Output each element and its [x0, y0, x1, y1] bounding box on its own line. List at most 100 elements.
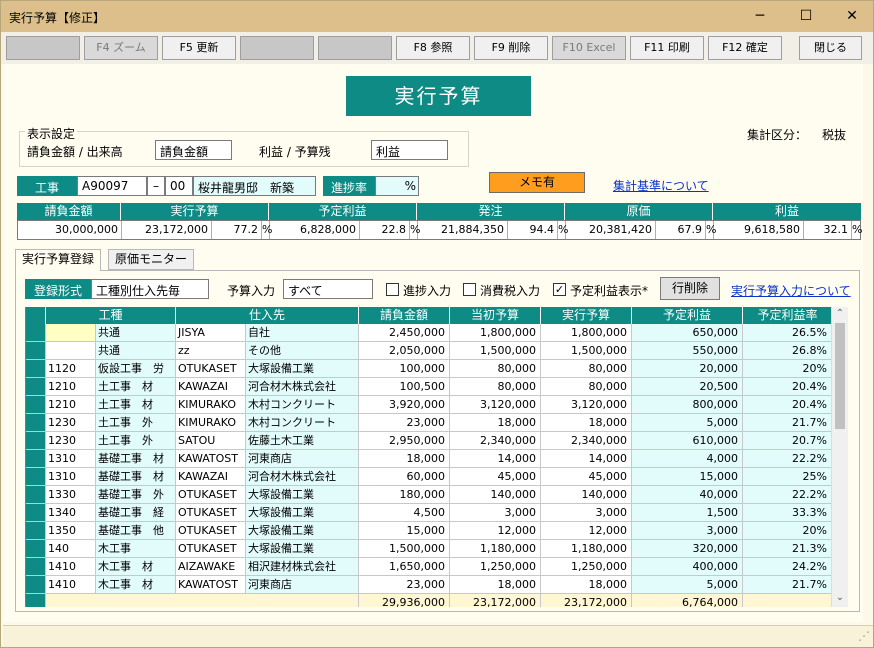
job-code-field[interactable]: A90097	[77, 176, 147, 196]
table-row[interactable]: 1210 土工事 材 KAWAZAI 河合材木株式会社 100,500 80,000 80,…	[26, 378, 831, 396]
cell-work-type[interactable]: 基礎工事 材	[96, 450, 176, 468]
cell-supplier-name[interactable]: その他	[246, 342, 359, 360]
profit-mode-field[interactable]: 利益	[371, 140, 448, 160]
cell-planned-profit[interactable]: 400,000	[632, 558, 743, 576]
row-indicator[interactable]	[26, 396, 46, 414]
cell-exec-budget[interactable]: 3,120,000	[541, 396, 632, 414]
cell-planned-profit[interactable]: 650,000	[632, 324, 743, 342]
cell-initial-budget[interactable]: 140,000	[450, 486, 541, 504]
cell-supplier-code[interactable]: OTUKASET	[176, 504, 246, 522]
table-row[interactable]: 1410 木工事 材 AIZAWAKE 相沢建材株式会社 1,650,000 1,250,…	[26, 558, 831, 576]
cell-profit-rate[interactable]: 21.7%	[743, 576, 831, 594]
excel-button[interactable]: F10 Excel	[552, 36, 626, 60]
reference-button[interactable]: F8 参照	[396, 36, 470, 60]
memo-button[interactable]: メモ有	[489, 172, 585, 193]
cell-supplier-name[interactable]: 大塚設備工業	[246, 504, 359, 522]
cell-work-code[interactable]: 1230	[46, 432, 96, 450]
cell-profit-rate[interactable]: 26.8%	[743, 342, 831, 360]
job-sub-field[interactable]: 00	[165, 176, 193, 196]
cell-supplier-code[interactable]: KAWAZAI	[176, 468, 246, 486]
cell-supplier-name[interactable]: 河東商店	[246, 576, 359, 594]
grid-scrollbar[interactable]: ⌃ ⌄	[831, 307, 848, 607]
cell-work-code[interactable]: 1350	[46, 522, 96, 540]
cell-profit-rate[interactable]: 25%	[743, 468, 831, 486]
cell-supplier-name[interactable]: 相沢建材株式会社	[246, 558, 359, 576]
table-row[interactable]: 共通 JISYA 自社 2,450,000 1,800,000 1,800,000 650,…	[26, 324, 831, 342]
maximize-button[interactable]: ☐	[783, 1, 829, 32]
cell-profit-rate[interactable]: 20.7%	[743, 432, 831, 450]
resize-grip-icon[interactable]: ⋰	[858, 629, 870, 643]
cell-contract-amount[interactable]: 60,000	[359, 468, 450, 486]
progress-input-checkbox[interactable]	[386, 283, 399, 296]
cell-planned-profit[interactable]: 1,500	[632, 504, 743, 522]
print-button[interactable]: F11 印刷	[630, 36, 704, 60]
close-window-button[interactable]: ✕	[829, 1, 874, 32]
cell-work-type[interactable]: 土工事 外	[96, 414, 176, 432]
scroll-down-icon[interactable]: ⌄	[835, 591, 845, 605]
cell-exec-budget[interactable]: 1,180,000	[541, 540, 632, 558]
cell-initial-budget[interactable]: 80,000	[450, 378, 541, 396]
cell-exec-budget[interactable]: 140,000	[541, 486, 632, 504]
cell-contract-amount[interactable]: 15,000	[359, 522, 450, 540]
table-row[interactable]: 1310 基礎工事 材 KAWATOST 河東商店 18,000 14,000 14,000…	[26, 450, 831, 468]
delete-button[interactable]: F9 削除	[474, 36, 548, 60]
cell-supplier-code[interactable]: OTUKASET	[176, 540, 246, 558]
scroll-up-icon[interactable]: ⌃	[835, 307, 845, 321]
table-row[interactable]: 1210 土工事 材 KIMURAKO 木村コンクリート 3,920,000 3,120,…	[26, 396, 831, 414]
cell-work-code[interactable]: 1410	[46, 576, 96, 594]
cell-planned-profit[interactable]: 15,000	[632, 468, 743, 486]
cell-initial-budget[interactable]: 80,000	[450, 360, 541, 378]
cell-supplier-name[interactable]: 自社	[246, 324, 359, 342]
close-button[interactable]: 閉じる	[799, 36, 862, 60]
cell-work-type[interactable]: 共通	[96, 324, 176, 342]
row-indicator[interactable]	[26, 522, 46, 540]
row-indicator[interactable]	[26, 504, 46, 522]
cell-supplier-name[interactable]: 河合材木株式会社	[246, 468, 359, 486]
cell-profit-rate[interactable]: 20.4%	[743, 378, 831, 396]
cell-contract-amount[interactable]: 3,920,000	[359, 396, 450, 414]
cell-contract-amount[interactable]: 4,500	[359, 504, 450, 522]
cell-work-code[interactable]: 1120	[46, 360, 96, 378]
cell-work-type[interactable]: 基礎工事 外	[96, 486, 176, 504]
cell-initial-budget[interactable]: 2,340,000	[450, 432, 541, 450]
row-indicator[interactable]	[26, 414, 46, 432]
cell-initial-budget[interactable]: 1,800,000	[450, 324, 541, 342]
cell-exec-budget[interactable]: 45,000	[541, 468, 632, 486]
cell-supplier-name[interactable]: 河合材木株式会社	[246, 378, 359, 396]
cell-work-code[interactable]: 1210	[46, 378, 96, 396]
cell-exec-budget[interactable]: 1,250,000	[541, 558, 632, 576]
row-indicator[interactable]	[26, 450, 46, 468]
toolbar-blank-button-2[interactable]	[240, 36, 314, 60]
delete-row-button[interactable]: 行削除	[660, 277, 720, 300]
cell-supplier-name[interactable]: 大塚設備工業	[246, 540, 359, 558]
cell-initial-budget[interactable]: 3,000	[450, 504, 541, 522]
cell-profit-rate[interactable]: 20%	[743, 522, 831, 540]
cell-work-code[interactable]	[46, 324, 96, 342]
budget-input-help-link[interactable]: 実行予算入力について	[731, 282, 851, 299]
cell-initial-budget[interactable]: 12,000	[450, 522, 541, 540]
toolbar-blank-button-3[interactable]	[318, 36, 392, 60]
cell-supplier-code[interactable]: OTUKASET	[176, 360, 246, 378]
cell-exec-budget[interactable]: 18,000	[541, 414, 632, 432]
minimize-button[interactable]: ─	[737, 1, 783, 32]
refresh-button[interactable]: F5 更新	[162, 36, 236, 60]
row-indicator[interactable]	[26, 360, 46, 378]
cell-contract-amount[interactable]: 18,000	[359, 450, 450, 468]
cell-supplier-code[interactable]: KIMURAKO	[176, 396, 246, 414]
cell-initial-budget[interactable]: 1,250,000	[450, 558, 541, 576]
cell-work-code[interactable]: 1310	[46, 468, 96, 486]
cell-work-type[interactable]: 土工事 材	[96, 396, 176, 414]
cell-profit-rate[interactable]: 22.2%	[743, 486, 831, 504]
row-indicator[interactable]	[26, 468, 46, 486]
table-row[interactable]: 140 木工事 OTUKASET 大塚設備工業 1,500,000 1,180,000 1,…	[26, 540, 831, 558]
cell-exec-budget[interactable]: 14,000	[541, 450, 632, 468]
cell-supplier-code[interactable]: OTUKASET	[176, 486, 246, 504]
cell-planned-profit[interactable]: 40,000	[632, 486, 743, 504]
cell-planned-profit[interactable]: 5,000	[632, 414, 743, 432]
cell-planned-profit[interactable]: 4,000	[632, 450, 743, 468]
cell-contract-amount[interactable]: 1,650,000	[359, 558, 450, 576]
cell-supplier-code[interactable]: SATOU	[176, 432, 246, 450]
cell-supplier-code[interactable]: zz	[176, 342, 246, 360]
amount-mode-field[interactable]: 請負金額	[155, 140, 232, 160]
cell-work-type[interactable]: 土工事 外	[96, 432, 176, 450]
